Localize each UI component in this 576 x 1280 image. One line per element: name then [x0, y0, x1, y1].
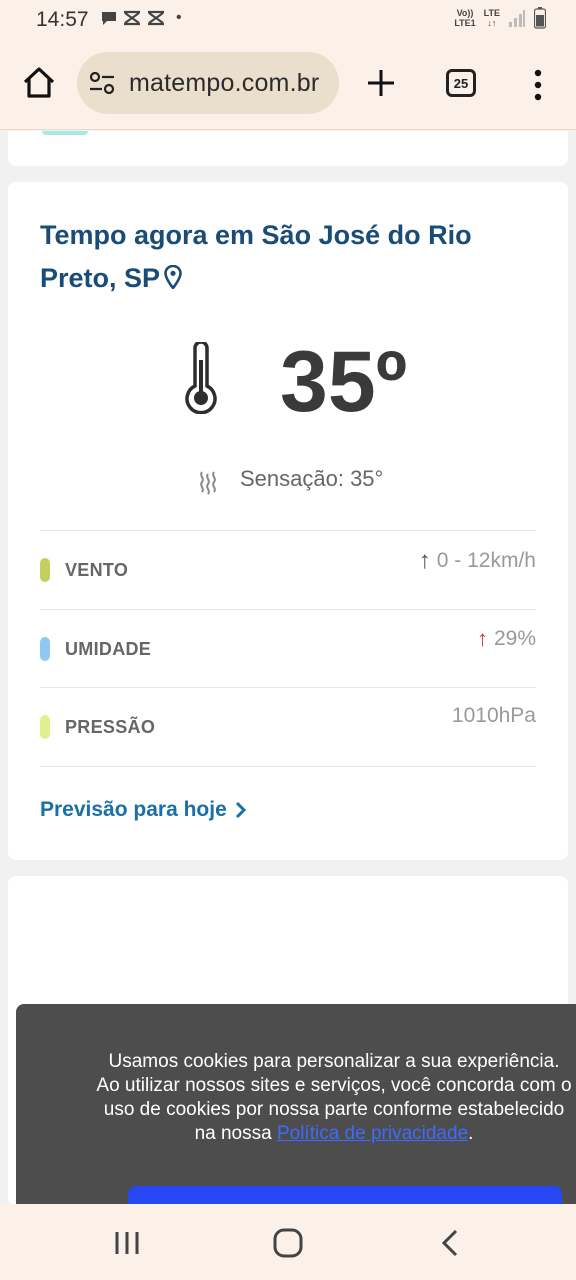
pressure-indicator	[40, 715, 50, 739]
plus-icon[interactable]	[364, 66, 398, 100]
humidity-row: UMIDADE ↑ 29%	[40, 609, 536, 687]
current-temperature: 35º	[280, 334, 408, 430]
forecast-link-label: Previsão para hoje	[40, 798, 227, 821]
chat-bubble-icon	[102, 12, 116, 25]
humidity-indicator	[40, 637, 50, 661]
humidity-label: UMIDADE	[65, 639, 152, 659]
browser-toolbar: matempo.com.br 25	[0, 40, 576, 130]
thermometer-icon	[185, 342, 217, 414]
capcut-icon	[148, 10, 164, 26]
card-chip	[42, 131, 88, 135]
capcut-icon	[124, 10, 140, 26]
pressure-value: 1010hPa	[451, 704, 536, 727]
cookie-text: Usamos cookies para personalizar a sua e…	[96, 1051, 572, 1144]
pressure-label: PRESSÃO	[65, 717, 156, 737]
cookie-banner: Usamos cookies para personalizar a sua e…	[16, 1004, 576, 1216]
address-bar[interactable]: matempo.com.br	[77, 52, 339, 114]
privacy-policy-link[interactable]: Política de privacidade	[277, 1123, 468, 1144]
previous-card	[8, 131, 568, 166]
wind-label: VENTO	[65, 560, 129, 580]
forecast-today-link[interactable]: Previsão para hoje	[40, 798, 247, 822]
status-bar: 14:57 • Vo)) LTE1 LTE ↓↑	[0, 0, 576, 40]
arrow-up-icon: ↑	[418, 547, 431, 574]
kebab-menu-icon[interactable]	[530, 68, 546, 102]
heat-waves-icon	[200, 471, 216, 495]
home-icon[interactable]	[20, 64, 58, 102]
system-nav-bar	[0, 1204, 576, 1280]
signal-icon	[509, 10, 525, 27]
wind-row: VENTO ↑ 0 - 12km/h	[40, 530, 536, 608]
tab-count: 25	[453, 75, 469, 91]
wind-indicator	[40, 558, 50, 582]
volte-icon: Vo)) LTE1	[454, 8, 476, 28]
status-dot: •	[176, 9, 182, 26]
arrow-up-icon: ↑	[476, 626, 488, 651]
tabs-icon[interactable]: 25	[446, 69, 476, 97]
location-pin-icon	[164, 265, 182, 289]
humidity-value: 29%	[493, 627, 536, 650]
weather-now-card: Tempo agora em São José do Rio Preto, SP…	[8, 182, 568, 860]
divider	[40, 766, 536, 767]
url-text: matempo.com.br	[129, 69, 320, 97]
home-circle-icon[interactable]	[268, 1226, 308, 1260]
pressure-row: PRESSÃO 1010hPa	[40, 687, 536, 765]
back-icon[interactable]	[430, 1226, 470, 1260]
chevron-right-icon	[235, 801, 246, 819]
lte-icon: LTE ↓↑	[483, 8, 500, 28]
recent-apps-icon[interactable]	[107, 1226, 147, 1260]
feels-like: Sensação: 35°	[240, 466, 384, 491]
battery-icon	[534, 7, 546, 29]
wind-value: 0 - 12km/h	[436, 549, 536, 572]
status-time: 14:57	[36, 8, 89, 31]
weather-title: Tempo agora em São José do Rio Preto, SP	[40, 220, 472, 293]
site-settings-icon[interactable]	[89, 72, 115, 94]
